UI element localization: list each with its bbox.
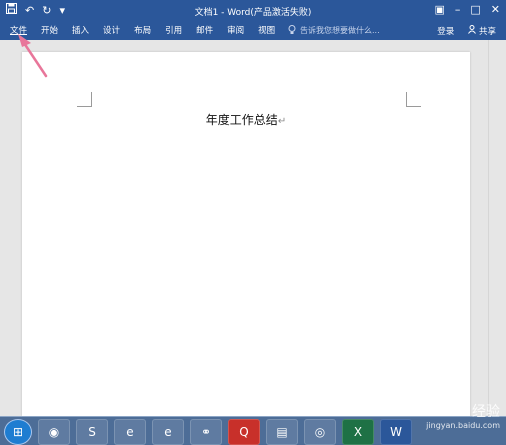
document-page[interactable]: 年度工作总结↵	[22, 52, 470, 416]
tab-view[interactable]: 视图	[258, 24, 275, 38]
window-controls: ▣ – □ ✕	[434, 3, 500, 16]
person-icon	[468, 25, 479, 37]
tab-review[interactable]: 审阅	[227, 24, 244, 38]
excel-icon[interactable]: X	[342, 419, 374, 445]
red-app-icon[interactable]: Q	[228, 419, 260, 445]
start-button[interactable]: ⊞	[4, 419, 32, 445]
tab-insert[interactable]: 插入	[72, 24, 89, 38]
sign-in-link[interactable]: 登录	[437, 25, 454, 37]
ribbon-display-options-icon[interactable]: ▣	[434, 3, 444, 16]
wechat-icon[interactable]: ◎	[304, 419, 336, 445]
vertical-scrollbar[interactable]	[488, 40, 506, 416]
tab-design[interactable]: 设计	[103, 24, 120, 38]
ribbon-tabs: 文件 开始 插入 设计 布局 引用 邮件 审阅 视图	[10, 24, 275, 38]
word-window: ↶ ↻ ▾ 文档1 - Word(产品激活失败) ▣ – □ ✕ 文件 开始 插…	[0, 0, 506, 445]
paragraph-mark: ↵	[277, 116, 287, 127]
tab-layout[interactable]: 布局	[134, 24, 151, 38]
tell-me-text: 告诉我您想要做什么...	[300, 26, 380, 35]
tab-home[interactable]: 开始	[41, 24, 58, 38]
taskbar-icons: ⊞ ◉ S e e ⚭ Q ▤ ◎ X W	[4, 419, 412, 445]
watermark-brand: Bai 经验	[445, 404, 500, 420]
share-label: 共享	[478, 27, 496, 37]
close-button[interactable]: ✕	[491, 3, 500, 16]
margin-corner-top-left	[77, 92, 92, 107]
window-title: 文档1 - Word(产品激活失败)	[194, 8, 312, 18]
document-heading[interactable]: 年度工作总结↵	[22, 111, 470, 128]
ie2-icon[interactable]: e	[152, 419, 184, 445]
lightbulb-icon	[288, 25, 296, 37]
word-icon[interactable]: W	[380, 419, 412, 445]
file-explorer-icon[interactable]: ▤	[266, 419, 298, 445]
margin-corner-top-right	[406, 92, 421, 107]
chrome-icon[interactable]: ◉	[38, 419, 70, 445]
share-button[interactable]: 共享	[468, 25, 496, 37]
tell-me-box[interactable]: 告诉我您想要做什么...	[288, 25, 380, 37]
ie-icon[interactable]: e	[114, 419, 146, 445]
tab-references[interactable]: 引用	[165, 24, 182, 38]
tab-mailings[interactable]: 邮件	[196, 24, 213, 38]
ribbon-tabs-bar: 文件 开始 插入 设计 布局 引用 邮件 审阅 视图 告诉我您想要做什么... …	[0, 22, 506, 40]
minimize-button[interactable]: –	[455, 3, 461, 16]
document-title-text: 年度工作总结	[205, 113, 278, 127]
baidu-jingyan-watermark: Bai 经验 jingyan.baidu.com	[426, 401, 500, 430]
title-bar: ↶ ↻ ▾ 文档1 - Word(产品激活失败) ▣ – □ ✕	[0, 0, 506, 22]
account-area: 登录 共享	[437, 25, 496, 37]
tab-file[interactable]: 文件	[10, 24, 27, 38]
sogou-icon[interactable]: S	[76, 419, 108, 445]
network-icon[interactable]: ⚭	[190, 419, 222, 445]
maximize-button[interactable]: □	[470, 3, 480, 16]
watermark-url: jingyan.baidu.com	[426, 421, 500, 430]
